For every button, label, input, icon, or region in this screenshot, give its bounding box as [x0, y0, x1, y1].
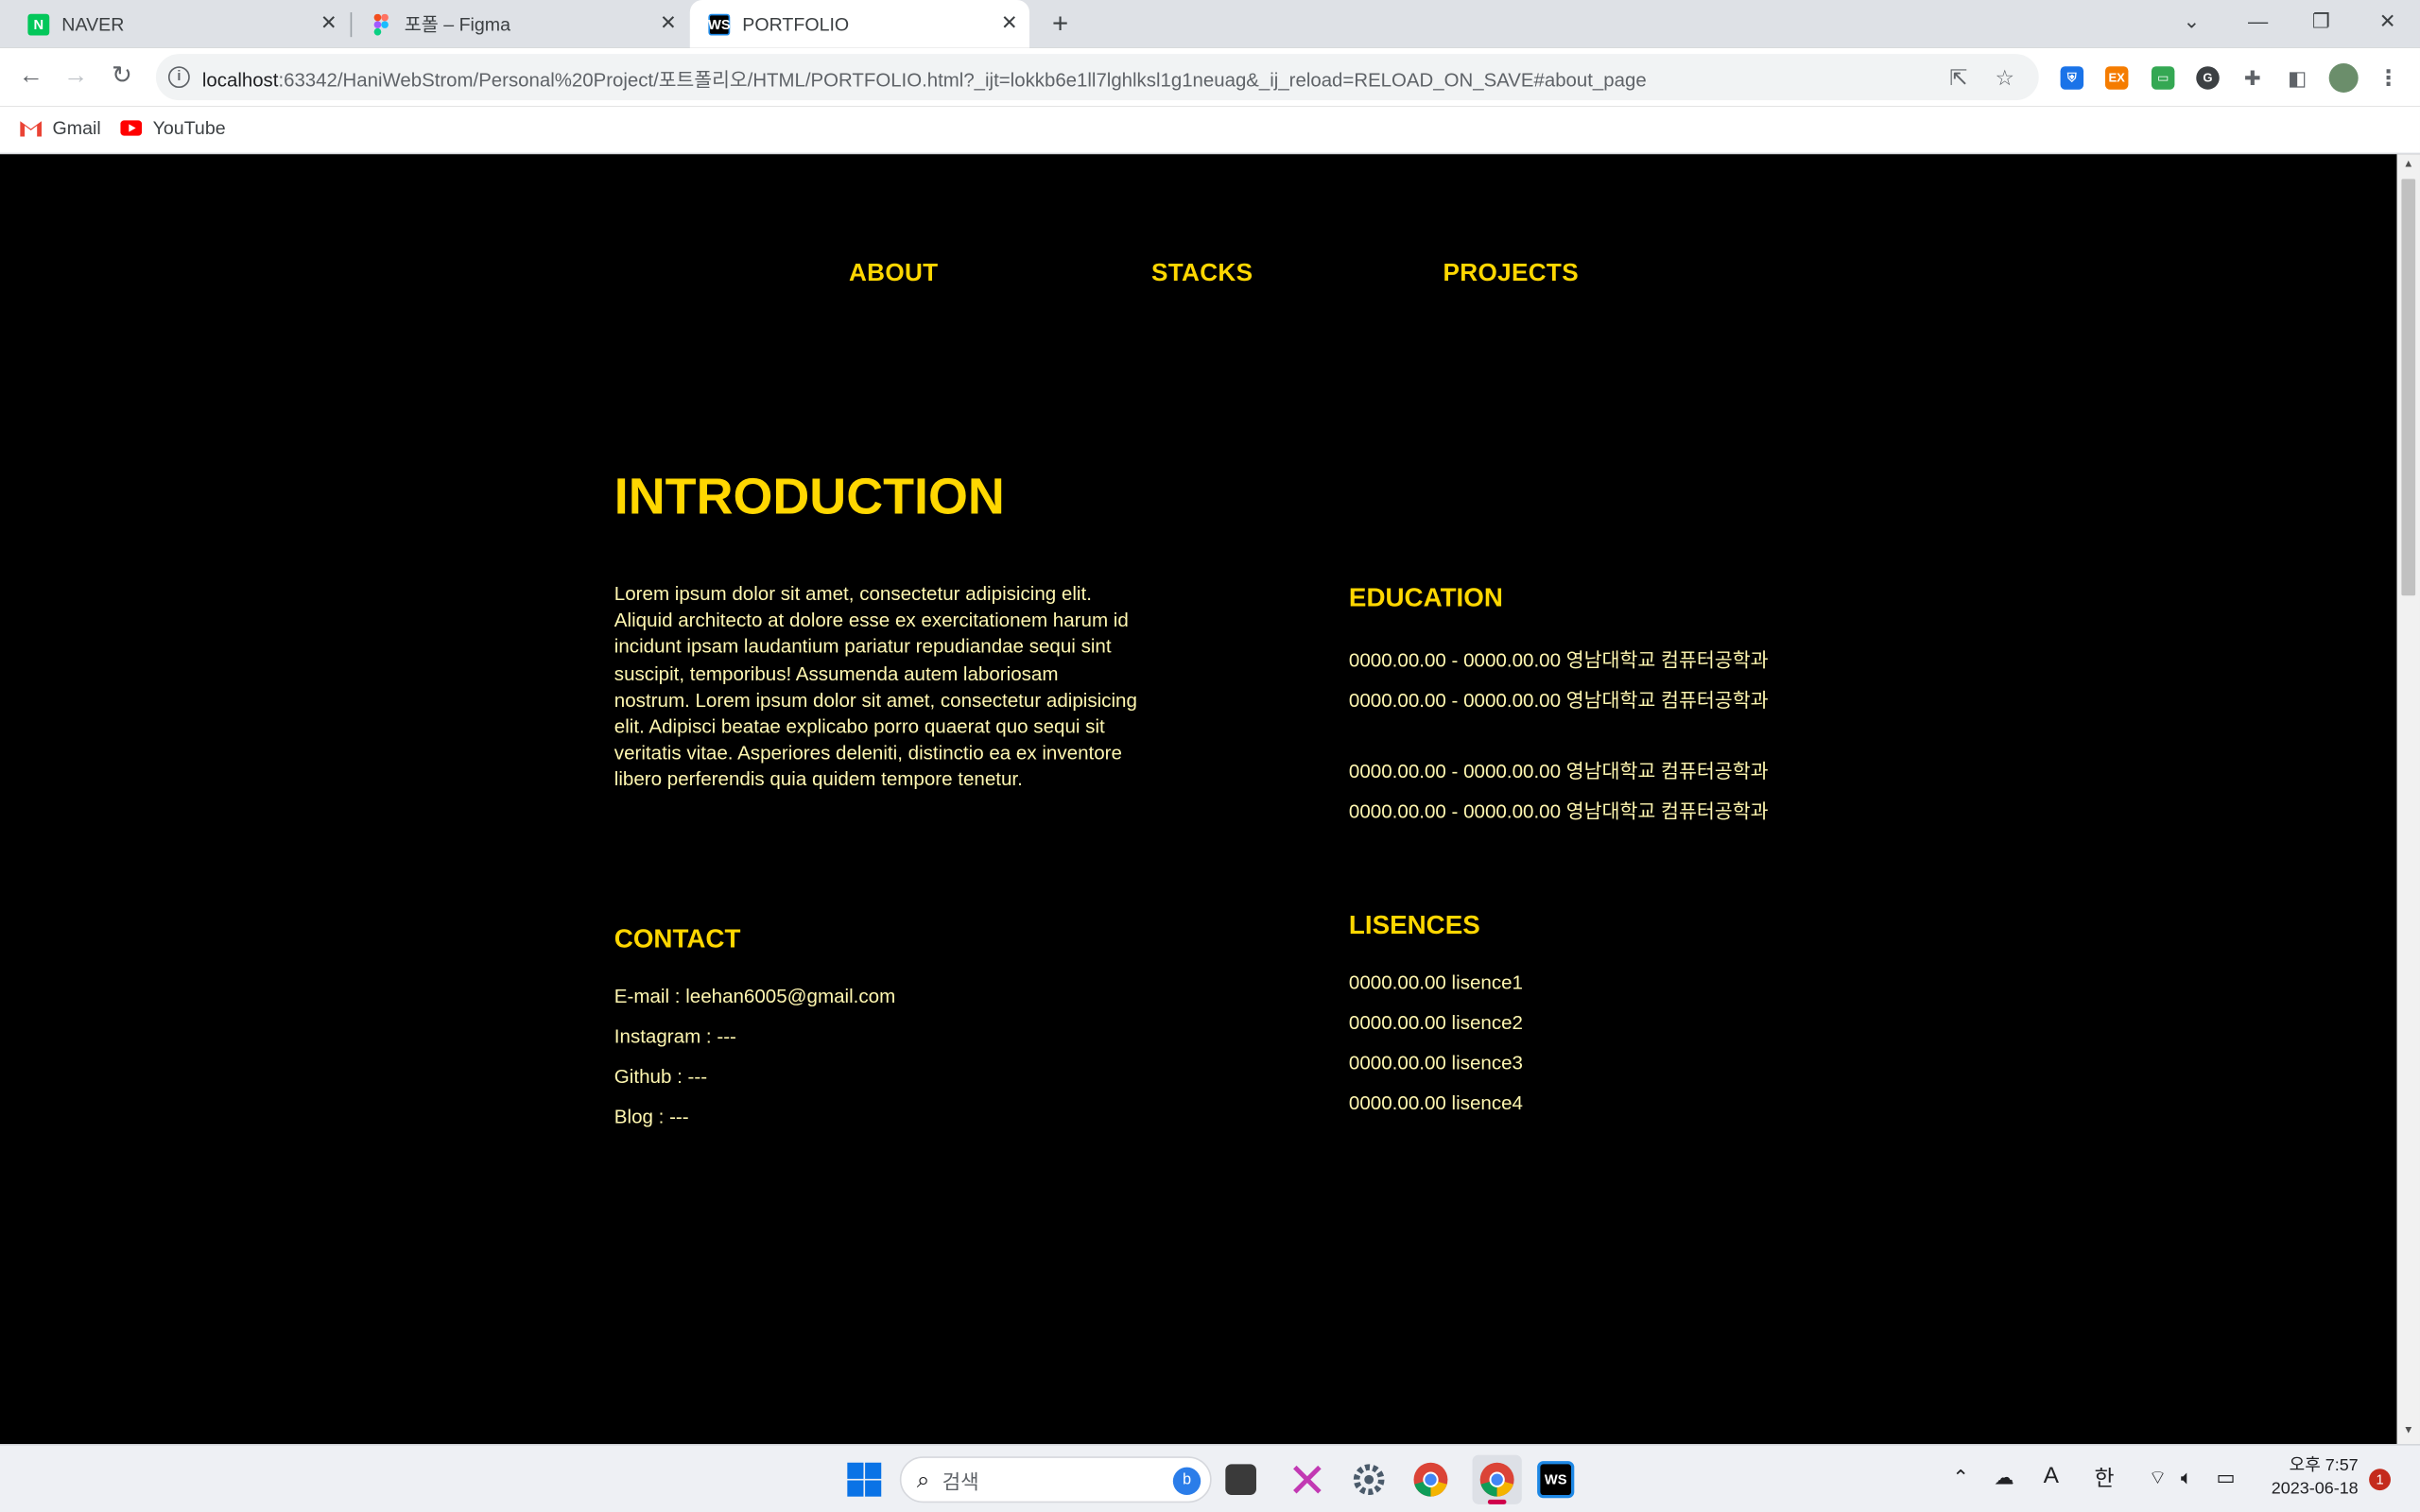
- tab-figma[interactable]: 포폴 – Figma ✕: [352, 0, 688, 48]
- bookmark-gmail[interactable]: Gmail: [20, 117, 101, 139]
- share-icon[interactable]: ⇱: [1946, 65, 1971, 90]
- scroll-down-icon[interactable]: ▼: [2401, 1426, 2415, 1436]
- nav-stacks[interactable]: STACKS: [1151, 261, 1253, 288]
- naver-favicon: N: [27, 12, 50, 35]
- introduction-text: Lorem ipsum dolor sit amet, consectetur …: [614, 583, 1137, 791]
- profile-avatar[interactable]: [2328, 62, 2359, 93]
- bookmark-label: Gmail: [52, 117, 101, 139]
- back-icon[interactable]: ←: [15, 61, 46, 93]
- tab-title: NAVER: [61, 12, 125, 35]
- nav-projects[interactable]: PROJECTS: [1443, 261, 1579, 288]
- page-scrollbar[interactable]: ▲ ▼: [2396, 154, 2420, 1445]
- webstorm-favicon: WS: [708, 12, 731, 35]
- tab-title: 포폴 – Figma: [404, 13, 511, 36]
- start-icon[interactable]: [846, 1461, 883, 1498]
- chrome-icon[interactable]: [1412, 1461, 1449, 1498]
- side-panel-icon[interactable]: ◧: [2286, 66, 2308, 89]
- task-view-icon[interactable]: [1225, 1464, 1256, 1496]
- contact-heading: CONTACT: [614, 923, 741, 954]
- education-item: 0000.00.00 - 0000.00.00 영남대학교 컴퓨터공학과: [1348, 649, 1769, 672]
- minimize-icon[interactable]: —: [2242, 9, 2273, 32]
- close-icon[interactable]: ✕: [318, 11, 339, 34]
- windows-taskbar: ⌕ 검색 b WS ⌃ ☁ A 한 ⌔ 🔈︎ ▭ 오후 7:57 2023-06…: [0, 1444, 2420, 1512]
- wifi-icon[interactable]: ⌔: [2149, 1466, 2168, 1490]
- menu-icon[interactable]: ⋮: [2377, 65, 2399, 89]
- chrome-active-icon[interactable]: [1472, 1454, 1522, 1504]
- notification-badge[interactable]: 1: [2369, 1469, 2391, 1491]
- tray-overflow-icon[interactable]: ⌃: [1952, 1466, 1969, 1490]
- tab-naver[interactable]: N NAVER ✕: [0, 0, 349, 48]
- snipping-tool-icon[interactable]: [1288, 1461, 1325, 1498]
- education-heading: EDUCATION: [1348, 583, 1503, 613]
- ime-indicator[interactable]: 한: [2095, 1463, 2115, 1494]
- contact-instagram: Instagram : ---: [614, 1025, 736, 1048]
- tab-portfolio[interactable]: WS PORTFOLIO ✕: [689, 0, 1029, 48]
- battery-icon[interactable]: ▭: [2216, 1466, 2235, 1490]
- bookmark-label: YouTube: [152, 117, 226, 139]
- clock[interactable]: 오후 7:57 2023-06-18: [2256, 1455, 2359, 1502]
- bookmark-youtube[interactable]: YouTube: [120, 117, 226, 139]
- education-item: 0000.00.00 - 0000.00.00 영남대학교 컴퓨터공학과: [1348, 760, 1769, 782]
- bookmark-star-icon[interactable]: ☆: [1993, 65, 2017, 90]
- youtube-icon: [120, 120, 143, 136]
- site-info-icon[interactable]: i: [167, 66, 190, 89]
- close-icon[interactable]: ✕: [998, 11, 1020, 34]
- scroll-up-icon[interactable]: ▲: [2401, 159, 2415, 169]
- extension-icon[interactable]: G: [2196, 66, 2220, 90]
- gmail-icon: [20, 121, 43, 137]
- introduction-heading: INTRODUCTION: [614, 467, 1005, 525]
- volume-icon[interactable]: 🔈︎: [2181, 1466, 2193, 1490]
- font-input-icon[interactable]: A: [2044, 1463, 2059, 1489]
- licence-item: 0000.00.00 lisence3: [1348, 1052, 1524, 1074]
- search-placeholder: 검색: [942, 1469, 979, 1493]
- restore-icon[interactable]: ❐: [2306, 9, 2337, 34]
- licences-heading: LISENCES: [1348, 910, 1480, 940]
- clock-date: 2023-06-18: [2271, 1479, 2359, 1499]
- contact-github: Github : ---: [614, 1066, 708, 1089]
- bookmarks-bar: Gmail YouTube: [0, 106, 2420, 155]
- window-close-icon[interactable]: ✕: [2372, 9, 2403, 34]
- education-item: 0000.00.00 - 0000.00.00 영남대학교 컴퓨터공학과: [1348, 689, 1769, 712]
- search-icon: ⌕: [916, 1466, 930, 1493]
- nav-about[interactable]: ABOUT: [849, 261, 939, 288]
- extension-icon[interactable]: EX: [2104, 66, 2129, 90]
- clock-time: 오후 7:57: [2289, 1456, 2359, 1475]
- settings-gear-icon[interactable]: [1351, 1461, 1388, 1498]
- puzzle-extensions-icon[interactable]: ✚: [2241, 66, 2264, 89]
- active-indicator: [1487, 1499, 1507, 1504]
- licence-item: 0000.00.00 lisence4: [1348, 1091, 1524, 1114]
- bitwarden-extension-icon[interactable]: ⛨: [2060, 66, 2084, 90]
- contact-blog: Blog : ---: [614, 1106, 689, 1128]
- figma-favicon: [371, 12, 392, 35]
- licence-item: 0000.00.00 lisence1: [1348, 971, 1524, 994]
- webstorm-icon[interactable]: WS: [1537, 1461, 1575, 1499]
- extension-icon[interactable]: ▭: [2151, 66, 2175, 90]
- licence-item: 0000.00.00 lisence2: [1348, 1012, 1524, 1034]
- education-item: 0000.00.00 - 0000.00.00 영남대학교 컴퓨터공학과: [1348, 800, 1769, 823]
- reload-icon[interactable]: ↻: [107, 61, 138, 93]
- close-icon[interactable]: ✕: [658, 11, 680, 34]
- url-text: localhost:63342/HaniWebStrom/Personal%20…: [201, 68, 1647, 91]
- tab-title: PORTFOLIO: [742, 12, 850, 35]
- scrollbar-thumb[interactable]: [2401, 179, 2416, 596]
- browser-toolbar: ← → ↻ i localhost:63342/HaniWebStrom/Per…: [0, 47, 2420, 107]
- bing-icon[interactable]: b: [1172, 1467, 1201, 1496]
- address-bar[interactable]: i localhost:63342/HaniWebStrom/Personal%…: [155, 54, 2039, 101]
- contact-email: E-mail : leehan6005@gmail.com: [614, 986, 896, 1008]
- forward-icon[interactable]: →: [60, 61, 92, 93]
- taskbar-search-input[interactable]: ⌕ 검색 b: [899, 1456, 1212, 1503]
- tab-search-icon[interactable]: ⌄: [2176, 9, 2207, 34]
- new-tab-button[interactable]: +: [1046, 9, 1074, 37]
- onedrive-icon[interactable]: ☁: [1994, 1466, 2014, 1490]
- tab-strip: N NAVER ✕ 포폴 – Figma ✕ WS PORTFOLIO ✕ + …: [0, 0, 2420, 48]
- portfolio-page: ABOUT STACKS PROJECTS INTRODUCTION Lorem…: [0, 154, 2397, 1445]
